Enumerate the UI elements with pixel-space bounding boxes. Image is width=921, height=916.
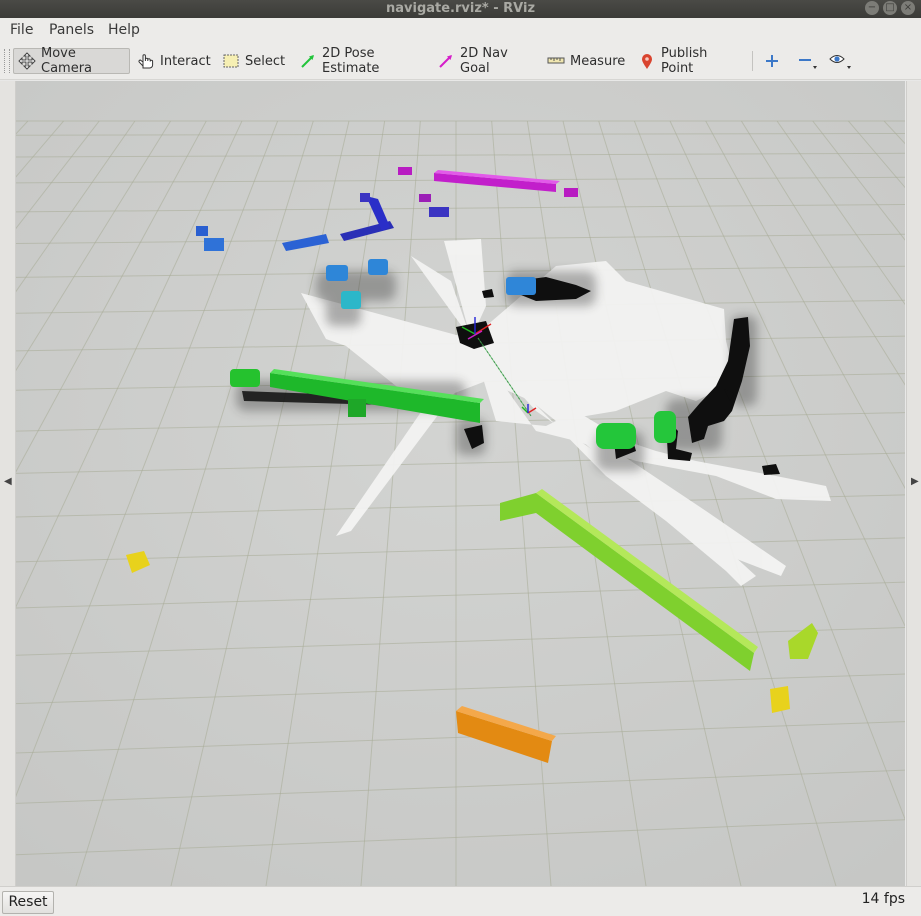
expand-right-icon[interactable]: ▶ xyxy=(911,476,919,487)
publish-point-button[interactable]: Publish Point xyxy=(634,46,734,76)
nav-goal-label: 2D Nav Goal xyxy=(460,46,508,76)
minimize-icon[interactable]: − xyxy=(865,1,879,15)
left-dock-collapsed[interactable]: ◀ xyxy=(0,81,16,886)
fps-readout: 14 fps xyxy=(861,891,905,907)
title-bar: navigate.rviz* - RViz − □ × xyxy=(0,0,921,18)
measure-button[interactable]: Measure xyxy=(543,48,625,74)
remove-tool-button[interactable] xyxy=(793,48,821,74)
view-menu-button[interactable] xyxy=(825,48,855,74)
publish-point-label: Publish Point xyxy=(661,46,708,76)
right-dock-collapsed[interactable]: ▶ xyxy=(906,81,921,886)
close-icon[interactable]: × xyxy=(901,1,915,15)
select-button[interactable]: Select xyxy=(218,48,285,74)
add-tool-button[interactable] xyxy=(760,48,782,74)
hand-pointer-icon xyxy=(138,54,154,69)
window-controls: − □ × xyxy=(865,1,915,15)
magenta-arrow-icon xyxy=(439,55,452,68)
map-pin-icon xyxy=(642,54,652,69)
toolbar-grip[interactable] xyxy=(4,49,10,73)
pose-estimate-button[interactable]: 2D Pose Estimate xyxy=(295,46,420,76)
reset-button[interactable]: Reset xyxy=(2,891,54,914)
menu-panels[interactable]: Panels xyxy=(49,22,94,38)
status-bar: Reset 14 fps xyxy=(0,886,921,916)
select-label: Select xyxy=(245,53,286,69)
maximize-icon[interactable]: □ xyxy=(883,1,897,15)
interact-button[interactable]: Interact xyxy=(133,48,213,74)
marker-cyan xyxy=(341,291,361,309)
select-box-icon xyxy=(223,54,239,68)
nav-goal-button[interactable]: 2D Nav Goal xyxy=(433,46,529,76)
menu-help[interactable]: Help xyxy=(108,22,140,38)
ruler-icon xyxy=(547,57,565,64)
minus-icon xyxy=(799,59,817,69)
green-arrow-icon xyxy=(301,55,314,68)
expand-left-icon[interactable]: ◀ xyxy=(4,476,12,487)
3d-viewport[interactable] xyxy=(16,81,905,886)
menu-bar: File Panels Help xyxy=(0,18,921,43)
toolbar: Move Camera Interact Select 2D Pose Esti… xyxy=(0,43,921,80)
move-camera-label: Move Camera xyxy=(41,46,93,76)
interact-label: Interact xyxy=(160,53,211,69)
plus-icon xyxy=(766,55,778,67)
menu-file[interactable]: File xyxy=(10,22,33,38)
move-camera-icon xyxy=(18,52,36,70)
render-scene[interactable] xyxy=(16,81,905,886)
window-title: navigate.rviz* - RViz xyxy=(385,1,536,16)
toolbar-separator xyxy=(752,51,753,71)
pose-estimate-label: 2D Pose Estimate xyxy=(322,46,380,76)
eye-icon xyxy=(829,55,851,69)
measure-label: Measure xyxy=(570,53,626,69)
move-camera-button[interactable]: Move Camera xyxy=(13,46,130,76)
